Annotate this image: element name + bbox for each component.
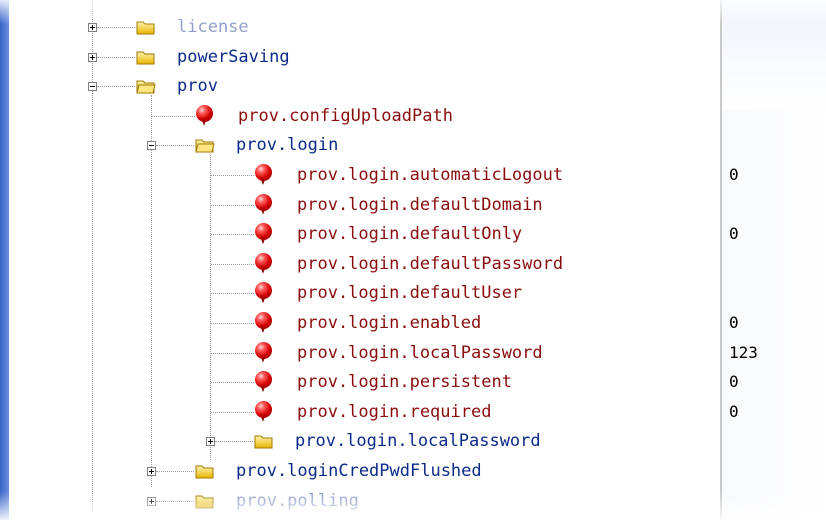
folder-icon [195, 463, 215, 479]
folder-icon [254, 433, 274, 449]
tree-parameter-label[interactable]: prov.login.required [297, 402, 491, 422]
expand-plus-icon[interactable] [88, 52, 97, 62]
parameter-value[interactable]: 0 [729, 402, 739, 422]
tree-folder-label[interactable]: powerSaving [177, 47, 290, 67]
parameter-pin-icon [255, 252, 272, 270]
expand-plus-icon[interactable] [88, 23, 97, 32]
parameter-pin-icon [255, 193, 272, 211]
tree-parameter-label[interactable]: prov.login.defaultUser [297, 283, 522, 303]
parameter-pin-icon [255, 164, 272, 181]
tree-folder-label[interactable]: prov.login [236, 135, 338, 155]
parameter-value[interactable]: 123 [729, 343, 758, 363]
tree-folder-label[interactable]: prov [177, 76, 218, 96]
parameter-value[interactable]: 0 [729, 165, 739, 185]
parameter-pin-icon [255, 282, 272, 300]
tree-folder-label[interactable]: prov.login.localPassword [295, 431, 541, 451]
parameter-value[interactable]: 0 [729, 224, 739, 244]
tree-folder-label[interactable]: prov.loginCredPwdFlushed [236, 461, 482, 481]
tree-parameter-label[interactable]: prov.configUploadPath [238, 106, 453, 126]
parameter-value[interactable]: 0 [729, 313, 739, 333]
tree-parameter-label[interactable]: prov.login.automaticLogout [297, 165, 563, 185]
folder-open-icon [195, 137, 215, 153]
parameter-pin-icon [196, 104, 213, 122]
tree-parameter-label[interactable]: prov.login.defaultDomain [297, 195, 543, 215]
column-divider[interactable] [720, 0, 722, 520]
tree-folder-label[interactable]: license [177, 17, 249, 37]
folder-open-icon [136, 78, 156, 94]
folder-icon [195, 493, 215, 509]
collapse-minus-icon[interactable] [88, 82, 97, 92]
expand-plus-icon[interactable] [147, 467, 156, 476]
tree-parameter-label[interactable]: prov.login.persistent [297, 372, 512, 392]
tree-parameter-label[interactable]: prov.login.localPassword [297, 343, 543, 363]
parameter-pin-icon [255, 371, 272, 389]
collapse-minus-icon[interactable] [147, 141, 156, 151]
tree-folder-label[interactable]: prov.polling [236, 491, 359, 511]
folder-icon [136, 49, 156, 65]
parameter-pin-icon [255, 223, 272, 241]
parameter-pin-icon [255, 312, 272, 329]
values-pane [722, 0, 826, 520]
parameter-value[interactable]: 0 [729, 372, 739, 392]
parameter-pin-icon [255, 341, 272, 359]
tree-parameter-label[interactable]: prov.login.defaultOnly [297, 224, 522, 244]
expand-plus-icon[interactable] [206, 437, 215, 447]
expand-plus-icon[interactable] [147, 496, 156, 506]
tree-parameter-label[interactable]: prov.login.defaultPassword [297, 254, 563, 274]
window-edge-bar [0, 0, 9, 520]
parameter-pin-icon [255, 400, 272, 418]
folder-icon [136, 19, 156, 35]
tree-parameter-label[interactable]: prov.login.enabled [297, 313, 481, 333]
